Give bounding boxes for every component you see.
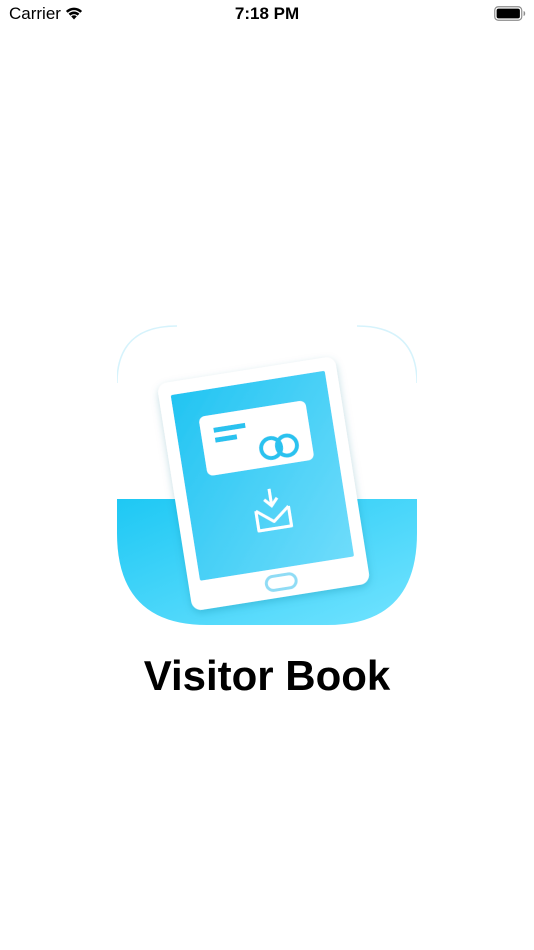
status-time: 7:18 PM	[234, 4, 300, 23]
splash-screen: Carrier 7:18 PM Visitor Book	[0, 0, 534, 950]
app-title: Visitor Book	[143, 652, 391, 699]
battery-icon	[494, 6, 526, 21]
status-bar: Carrier 7:18 PM	[0, 0, 534, 30]
app-logo-icon	[117, 325, 417, 625]
